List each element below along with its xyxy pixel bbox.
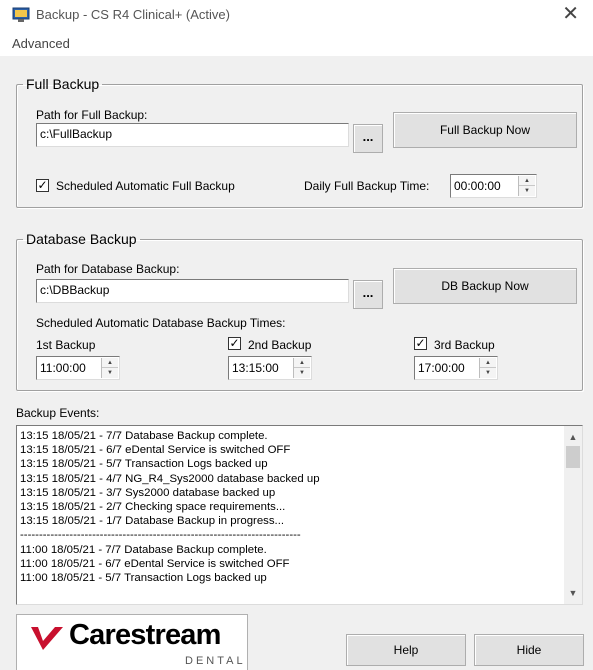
list-item: ----------------------------------------… [20,529,301,542]
list-item: 11:00 18/05/21 - 7/7 Database Backup com… [20,543,267,556]
daily-backup-time-label: Daily Full Backup Time: [304,179,430,193]
logo-name: Carestream [69,619,221,651]
spinner-control: ▲ ▼ [101,358,118,378]
list-item: 11:00 18/05/21 - 5/7 Transaction Logs ba… [20,572,267,585]
list-item: 13:15 18/05/21 - 2/7 Checking space requ… [20,501,286,514]
second-backup-time-value: 13:15:00 [232,361,279,375]
spinner-control: ▲ ▼ [293,358,310,378]
list-item: 13:15 18/05/21 - 1/7 Database Backup in … [20,515,285,528]
list-item: 13:15 18/05/21 - 5/7 Transaction Logs ba… [20,458,268,471]
database-backup-path-label: Path for Database Backup: [36,262,180,276]
spinner-down-icon[interactable]: ▼ [519,186,535,196]
close-button[interactable]: ✕ [562,3,579,25]
first-backup-label: 1st Backup [36,338,96,352]
database-backup-browse-button[interactable]: ... [353,280,383,309]
first-backup-time-spinner[interactable]: 11:00:00 ▲ ▼ [36,356,120,380]
spinner-down-icon[interactable]: ▼ [102,368,118,378]
list-item: 13:15 18/05/21 - 3/7 Sys2000 database ba… [20,486,276,499]
help-button[interactable]: Help [346,634,466,666]
scheduled-full-backup-label: Scheduled Automatic Full Backup [56,179,235,193]
backup-events-list[interactable]: 13:15 18/05/21 - 7/7 Database Backup com… [16,425,583,605]
second-backup-checkbox[interactable]: ✓ [228,337,241,350]
second-backup-time-spinner[interactable]: 13:15:00 ▲ ▼ [228,356,312,380]
second-backup-label: 2nd Backup [248,338,312,352]
carestream-swoosh-icon [31,627,63,650]
list-item: 13:15 18/05/21 - 6/7 eDental Service is … [20,444,291,457]
scroll-thumb[interactable] [566,446,580,468]
third-backup-time-spinner[interactable]: 17:00:00 ▲ ▼ [414,356,498,380]
full-backup-now-button[interactable]: Full Backup Now [393,112,577,148]
daily-backup-time-value: 00:00:00 [454,179,501,193]
scroll-down-icon[interactable]: ▼ [564,585,582,601]
full-backup-path-label: Path for Full Backup: [36,108,148,122]
spinner-down-icon[interactable]: ▼ [294,368,310,378]
spinner-down-icon[interactable]: ▼ [480,368,496,378]
spinner-up-icon[interactable]: ▲ [480,358,496,368]
third-backup-checkbox[interactable]: ✓ [414,337,427,350]
spinner-control: ▲ ▼ [479,358,496,378]
logo-sub: DENTAL [185,655,246,667]
third-backup-time-value: 17:00:00 [418,361,465,375]
scheduled-db-times-label: Scheduled Automatic Database Backup Time… [36,316,286,330]
full-backup-browse-button[interactable]: ... [353,124,383,153]
carestream-logo: Carestream DENTAL [16,614,248,670]
events-lines: 13:15 18/05/21 - 7/7 Database Backup com… [20,429,560,585]
database-backup-legend: Database Backup [26,231,137,247]
window-title: Backup - CS R4 Clinical+ (Active) [36,7,230,22]
app-icon [12,7,30,22]
daily-backup-time-spinner[interactable]: 00:00:00 ▲ ▼ [450,174,537,198]
scroll-up-icon[interactable]: ▲ [564,429,582,445]
db-backup-now-button[interactable]: DB Backup Now [393,268,577,304]
list-item: 11:00 18/05/21 - 6/7 eDental Service is … [20,557,290,570]
full-backup-path-input[interactable]: c:\FullBackup [36,123,349,147]
third-backup-label: 3rd Backup [434,338,495,352]
hide-button[interactable]: Hide [474,634,584,666]
scheduled-full-backup-checkbox[interactable]: ✓ [36,179,49,192]
events-scrollbar[interactable]: ▲ ▼ [564,426,582,604]
menu-advanced[interactable]: Advanced [12,36,70,51]
menu-bar: Advanced [0,30,593,56]
spinner-up-icon[interactable]: ▲ [294,358,310,368]
spinner-control: ▲ ▼ [518,176,535,196]
title-bar: Backup - CS R4 Clinical+ (Active) ✕ [0,0,593,30]
spinner-up-icon[interactable]: ▲ [102,358,118,368]
spinner-up-icon[interactable]: ▲ [519,176,535,186]
full-backup-legend: Full Backup [26,76,100,92]
backup-events-label: Backup Events: [16,406,100,420]
database-backup-path-input[interactable]: c:\DBBackup [36,279,349,303]
first-backup-time-value: 11:00:00 [40,361,86,375]
list-item: 13:15 18/05/21 - 4/7 NG_R4_Sys2000 datab… [20,472,320,485]
list-item: 13:15 18/05/21 - 7/7 Database Backup com… [20,430,268,442]
